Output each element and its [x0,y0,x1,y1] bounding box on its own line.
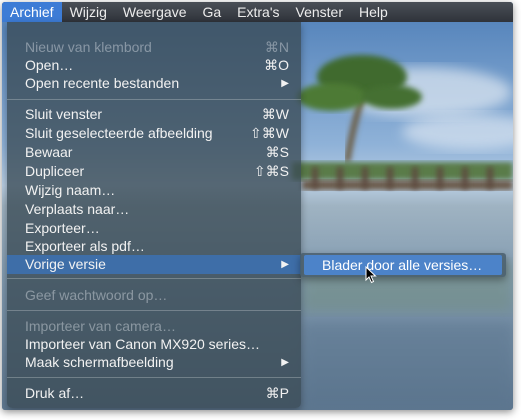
menu-item-nieuw-van-klembord[interactable]: Nieuw van klembord ⌘N [7,38,301,57]
menu-item-sluit-venster[interactable]: Sluit venster ⌘W [7,105,301,124]
menu-item-sluit-geselecteerde-afbeelding[interactable]: Sluit geselecteerde afbeelding ⇧⌘W [7,124,301,143]
menu-item-label: Wijzig naam… [25,182,116,198]
menu-item-open-recente-bestanden[interactable]: Open recente bestanden ▶ [7,74,301,93]
mouse-pointer-icon [365,266,377,284]
archief-dropdown-menu: Nieuw van klembord ⌘N Open… ⌘O Open rece… [7,22,301,408]
menu-item-maak-schermafbeelding[interactable]: Maak schermafbeelding ▶ [7,353,301,372]
vorige-versie-submenu: Blader door alle versies… [300,253,506,277]
menu-item-shortcut: ⌘S [265,144,289,160]
menu-item-verplaats-naar[interactable]: Verplaats naar… [7,200,301,219]
menu-item-shortcut: ⇧⌘W [250,125,289,141]
menu-item-label: Exporteer als pdf… [25,238,145,254]
window-frame: Archief Wijzig Weergave Ga Extra's Venst… [2,2,513,410]
menu-item-shortcut: ⌘N [264,39,289,55]
menu-item-label: Importeer van camera… [25,318,176,334]
menu-separator [7,310,301,311]
menubar-venster[interactable]: Venster [288,2,351,22]
menu-item-label: Nieuw van klembord [25,39,152,55]
submenu-item-label: Blader door alle versies… [322,257,483,273]
menu-item-druk-af[interactable]: Druk af… ⌘P [7,384,301,403]
submenu-arrow-icon: ▶ [281,357,289,368]
menu-item-shortcut: ⌘W [261,106,289,122]
submenu-arrow-icon: ▶ [281,78,289,89]
menu-item-open[interactable]: Open… ⌘O [7,56,301,75]
menu-item-shortcut: ⇧⌘S [253,163,289,179]
menu-item-geef-wachtwoord-op[interactable]: Geef wachtwoord op… [7,286,301,305]
menu-item-label: Sluit geselecteerde afbeelding [25,125,213,141]
menu-item-importeer-van-canon[interactable]: Importeer van Canon MX920 series… [7,335,301,354]
submenu-item-blader-door-alle-versies[interactable]: Blader door alle versies… [304,255,502,275]
menubar-ga[interactable]: Ga [194,2,229,22]
menu-item-label: Druk af… [25,385,85,401]
menu-separator [7,99,301,100]
submenu-arrow-icon: ▶ [281,259,289,270]
menu-item-exporteer[interactable]: Exporteer… [7,219,301,238]
menu-item-exporteer-als-pdf[interactable]: Exporteer als pdf… [7,237,301,256]
menu-item-importeer-van-camera[interactable]: Importeer van camera… [7,317,301,336]
menu-item-shortcut: ⌘P [265,385,289,401]
menu-item-wijzig-naam[interactable]: Wijzig naam… [7,181,301,200]
menu-item-label: Open… [25,57,74,73]
menu-item-label: Importeer van Canon MX920 series… [25,336,260,352]
menubar-archief[interactable]: Archief [2,2,62,22]
menubar-wijzig[interactable]: Wijzig [62,2,115,22]
menu-item-label: Sluit venster [25,106,103,122]
menu-item-label: Geef wachtwoord op… [25,287,168,303]
menubar-help[interactable]: Help [351,2,396,22]
menu-item-label: Verplaats naar… [25,201,130,217]
menu-item-shortcut: ⌘O [264,57,289,73]
menu-item-label: Exporteer… [25,220,100,236]
menu-item-label: Open recente bestanden [25,75,180,91]
menubar-weergave[interactable]: Weergave [115,2,195,22]
menu-bar: Archief Wijzig Weergave Ga Extra's Venst… [2,2,513,22]
menu-separator [7,278,301,279]
menu-item-dupliceer[interactable]: Dupliceer ⇧⌘S [7,162,301,181]
menu-separator [7,377,301,378]
menu-item-label: Maak schermafbeelding [25,354,174,370]
menubar-extras[interactable]: Extra's [229,2,287,22]
menu-item-label: Vorige versie [25,256,106,272]
menu-item-label: Bewaar [25,144,73,160]
menu-item-bewaar[interactable]: Bewaar ⌘S [7,143,301,162]
menu-item-vorige-versie[interactable]: Vorige versie ▶ [7,255,301,274]
menu-item-label: Dupliceer [25,163,85,179]
